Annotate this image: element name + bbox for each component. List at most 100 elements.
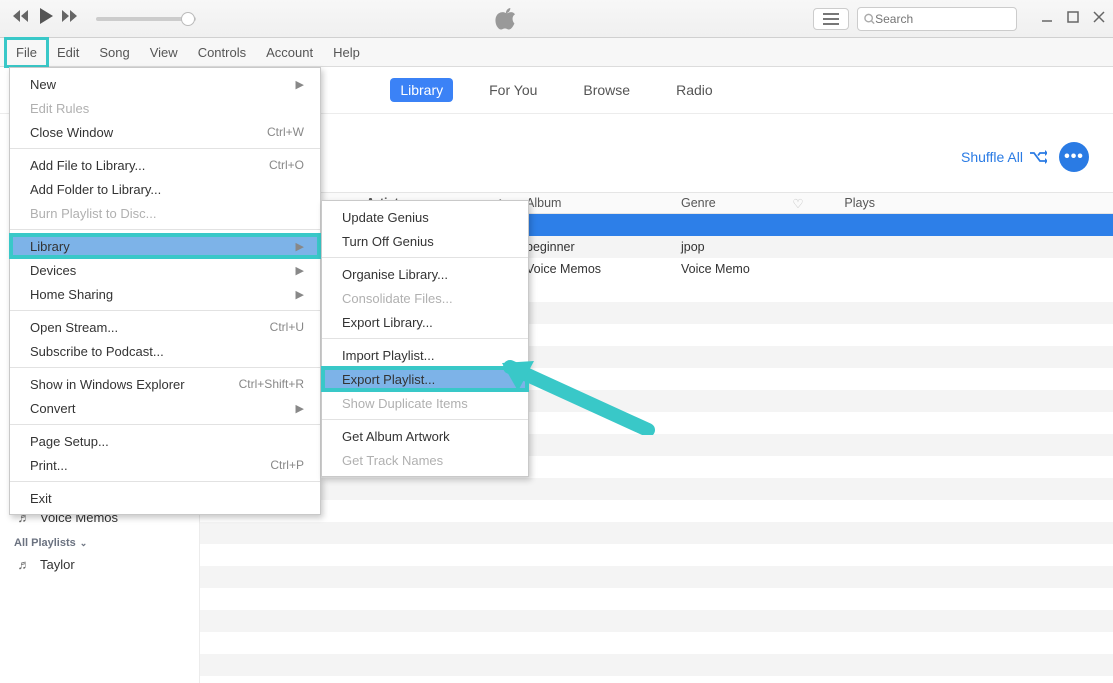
col-plays[interactable]: Plays	[813, 196, 883, 210]
playlist-icon: ♬	[16, 557, 32, 572]
shuffle-icon	[1029, 150, 1047, 164]
playlist-title: C	[224, 136, 961, 162]
file-menu-item[interactable]: Add File to Library... Ctrl+O	[10, 153, 320, 177]
tab-for-you[interactable]: For You	[479, 78, 547, 102]
menu-item-label: Update Genius	[342, 210, 429, 225]
menu-shortcut: Ctrl+U	[270, 320, 304, 334]
table-empty-row	[200, 632, 1113, 654]
now-playing-display	[208, 7, 803, 31]
menu-item-label: Turn Off Genius	[342, 234, 434, 249]
library-submenu: Update Genius Turn Off Genius Organise Lib…	[321, 200, 529, 477]
submenu-arrow-icon: ▶	[296, 402, 304, 415]
file-menu-item[interactable]: Print...Ctrl+P	[10, 453, 320, 477]
file-menu-item[interactable]: Convert ▶	[10, 396, 320, 420]
close-icon[interactable]	[1093, 10, 1105, 28]
file-menu-item[interactable]: Subscribe to Podcast...	[10, 339, 320, 363]
menu-file[interactable]: File	[6, 39, 47, 66]
menu-item-label: Library	[30, 239, 70, 254]
menu-item-label: Open Stream...	[30, 320, 118, 335]
menu-item-label: Edit Rules	[30, 101, 89, 116]
library-submenu-item[interactable]: Update Genius	[322, 205, 528, 229]
menu-item-label: Add Folder to Library...	[30, 182, 161, 197]
maximize-icon[interactable]	[1067, 10, 1079, 28]
menu-shortcut: Ctrl+O	[269, 158, 304, 172]
shuffle-all-button[interactable]: Shuffle All	[961, 149, 1047, 165]
file-menu-item[interactable]: Page Setup...	[10, 429, 320, 453]
menu-controls[interactable]: Controls	[188, 39, 256, 66]
volume-slider[interactable]	[96, 17, 196, 21]
library-submenu-item: Get Track Names	[322, 448, 528, 472]
search-field[interactable]	[875, 12, 1010, 26]
tab-library[interactable]: Library	[390, 78, 453, 102]
library-submenu-item: Consolidate Files...	[322, 286, 528, 310]
library-submenu-item[interactable]: Export Library...	[322, 310, 528, 334]
menu-item-label: New	[30, 77, 56, 92]
menu-item-label: Subscribe to Podcast...	[30, 344, 164, 359]
menu-item-label: Convert	[30, 401, 76, 416]
file-menu-item[interactable]: New ▶	[10, 72, 320, 96]
menu-item-label: Show in Windows Explorer	[30, 377, 185, 392]
library-submenu-item[interactable]: Turn Off Genius	[322, 229, 528, 253]
window-controls	[1027, 10, 1113, 28]
playlist-header: C minutes Shuffle All •••	[200, 114, 1113, 192]
file-menu-item[interactable]: Library ▶	[10, 234, 320, 258]
menu-item-label: Import Playlist...	[342, 348, 434, 363]
menu-edit[interactable]: Edit	[47, 39, 89, 66]
next-icon[interactable]	[60, 9, 80, 28]
table-empty-row	[200, 566, 1113, 588]
menu-shortcut: Ctrl+W	[267, 125, 304, 139]
submenu-arrow-icon: ▶	[296, 288, 304, 301]
menu-item-label: Close Window	[30, 125, 113, 140]
col-genre[interactable]: Genre	[673, 196, 783, 210]
previous-icon[interactable]	[12, 9, 32, 28]
sidebar-item-label: Taylor	[40, 557, 75, 572]
menu-item-label: Page Setup...	[30, 434, 109, 449]
col-album[interactable]: Album	[518, 196, 673, 210]
menu-view[interactable]: View	[140, 39, 188, 66]
minimize-icon[interactable]	[1041, 10, 1053, 28]
menu-item-label: Get Album Artwork	[342, 429, 450, 444]
file-menu-item[interactable]: Close Window Ctrl+W	[10, 120, 320, 144]
menu-song[interactable]: Song	[89, 39, 139, 66]
file-menu-item[interactable]: Add Folder to Library...	[10, 177, 320, 201]
more-button[interactable]: •••	[1059, 142, 1089, 172]
sidebar-header-all-playlists[interactable]: All Playlists ⌄	[14, 537, 189, 549]
table-empty-row	[200, 588, 1113, 610]
search-icon	[864, 13, 875, 25]
menu-shortcut: Ctrl+P	[270, 458, 304, 472]
file-menu-item[interactable]: Home Sharing ▶	[10, 282, 320, 306]
menu-item-label: Exit	[30, 491, 52, 506]
cell-genre: Voice Memo	[673, 262, 783, 276]
search-input[interactable]	[857, 7, 1017, 31]
submenu-arrow-icon: ▶	[296, 78, 304, 91]
menu-item-label: Organise Library...	[342, 267, 448, 282]
file-menu-item[interactable]: Open Stream... Ctrl+U	[10, 315, 320, 339]
tab-radio[interactable]: Radio	[666, 78, 723, 102]
menu-help[interactable]: Help	[323, 39, 370, 66]
file-menu-item[interactable]: Devices▶	[10, 258, 320, 282]
play-icon[interactable]	[38, 7, 54, 30]
cell-album: Voice Memos	[518, 262, 673, 276]
menu-item-label: Add File to Library...	[30, 158, 145, 173]
submenu-arrow-icon: ▶	[296, 240, 304, 253]
col-heart[interactable]: ♡	[783, 196, 813, 211]
sidebar-item-playlist[interactable]: ♬ Taylor	[10, 553, 189, 576]
cell-album: beginner	[518, 240, 673, 254]
file-menu-item[interactable]: Exit	[10, 486, 320, 510]
top-toolbar	[0, 0, 1113, 38]
library-submenu-item[interactable]: Organise Library...	[322, 262, 528, 286]
menu-shortcut: Ctrl+Shift+R	[239, 377, 304, 391]
file-menu-item[interactable]: Show in Windows Explorer Ctrl+Shift+R	[10, 372, 320, 396]
table-empty-row	[200, 610, 1113, 632]
list-view-button[interactable]	[813, 8, 849, 30]
menu-item-label: Home Sharing	[30, 287, 113, 302]
cell-genre: jpop	[673, 240, 783, 254]
playback-controls	[0, 7, 208, 30]
toolbar-right	[803, 7, 1027, 31]
menu-item-label: Consolidate Files...	[342, 291, 453, 306]
menu-account[interactable]: Account	[256, 39, 323, 66]
file-menu-item: Edit Rules	[10, 96, 320, 120]
file-menu-item: Burn Playlist to Disc...	[10, 201, 320, 225]
menu-item-label: Export Library...	[342, 315, 433, 330]
tab-browse[interactable]: Browse	[573, 78, 640, 102]
